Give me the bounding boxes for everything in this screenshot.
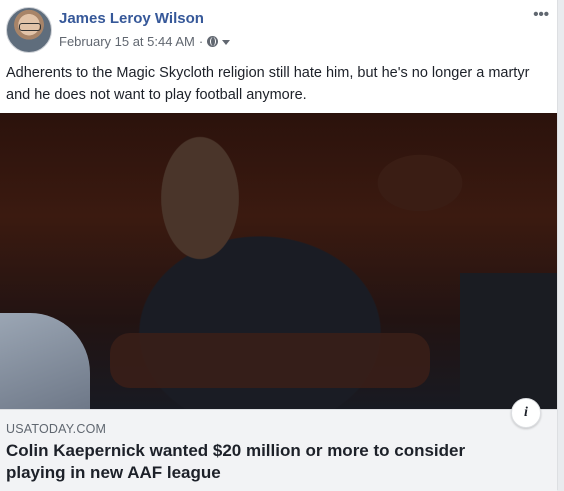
link-domain: USATODAY.COM	[6, 422, 107, 436]
feed-post: James Leroy Wilson February 15 at 5:44 A…	[0, 0, 558, 491]
meta-separator: ·	[198, 34, 204, 49]
author-name-link[interactable]: James Leroy Wilson	[59, 10, 204, 27]
info-icon[interactable]: i	[511, 398, 541, 428]
avatar-glasses	[19, 23, 41, 31]
image-chair	[110, 333, 430, 388]
image-background	[460, 273, 557, 409]
link-preview-image[interactable]	[0, 113, 557, 409]
post-meta: February 15 at 5:44 AM ·	[59, 34, 231, 49]
post-text: Adherents to the Magic Skycloth religion…	[6, 65, 530, 103]
globe-icon[interactable]	[207, 36, 219, 47]
link-title[interactable]: Colin Kaepernick wanted $20 million or m…	[6, 440, 526, 484]
image-foreground-figure	[0, 313, 90, 409]
post-timestamp[interactable]: February 15 at 5:44 AM	[59, 34, 195, 49]
more-options-icon[interactable]: •••	[533, 7, 549, 22]
chevron-down-icon[interactable]	[222, 40, 231, 45]
author-avatar[interactable]	[6, 7, 52, 53]
link-preview[interactable]: i USATODAY.COM Colin Kaepernick wanted $…	[0, 113, 557, 491]
link-preview-body[interactable]: USATODAY.COM Colin Kaepernick wanted $20…	[0, 409, 557, 491]
